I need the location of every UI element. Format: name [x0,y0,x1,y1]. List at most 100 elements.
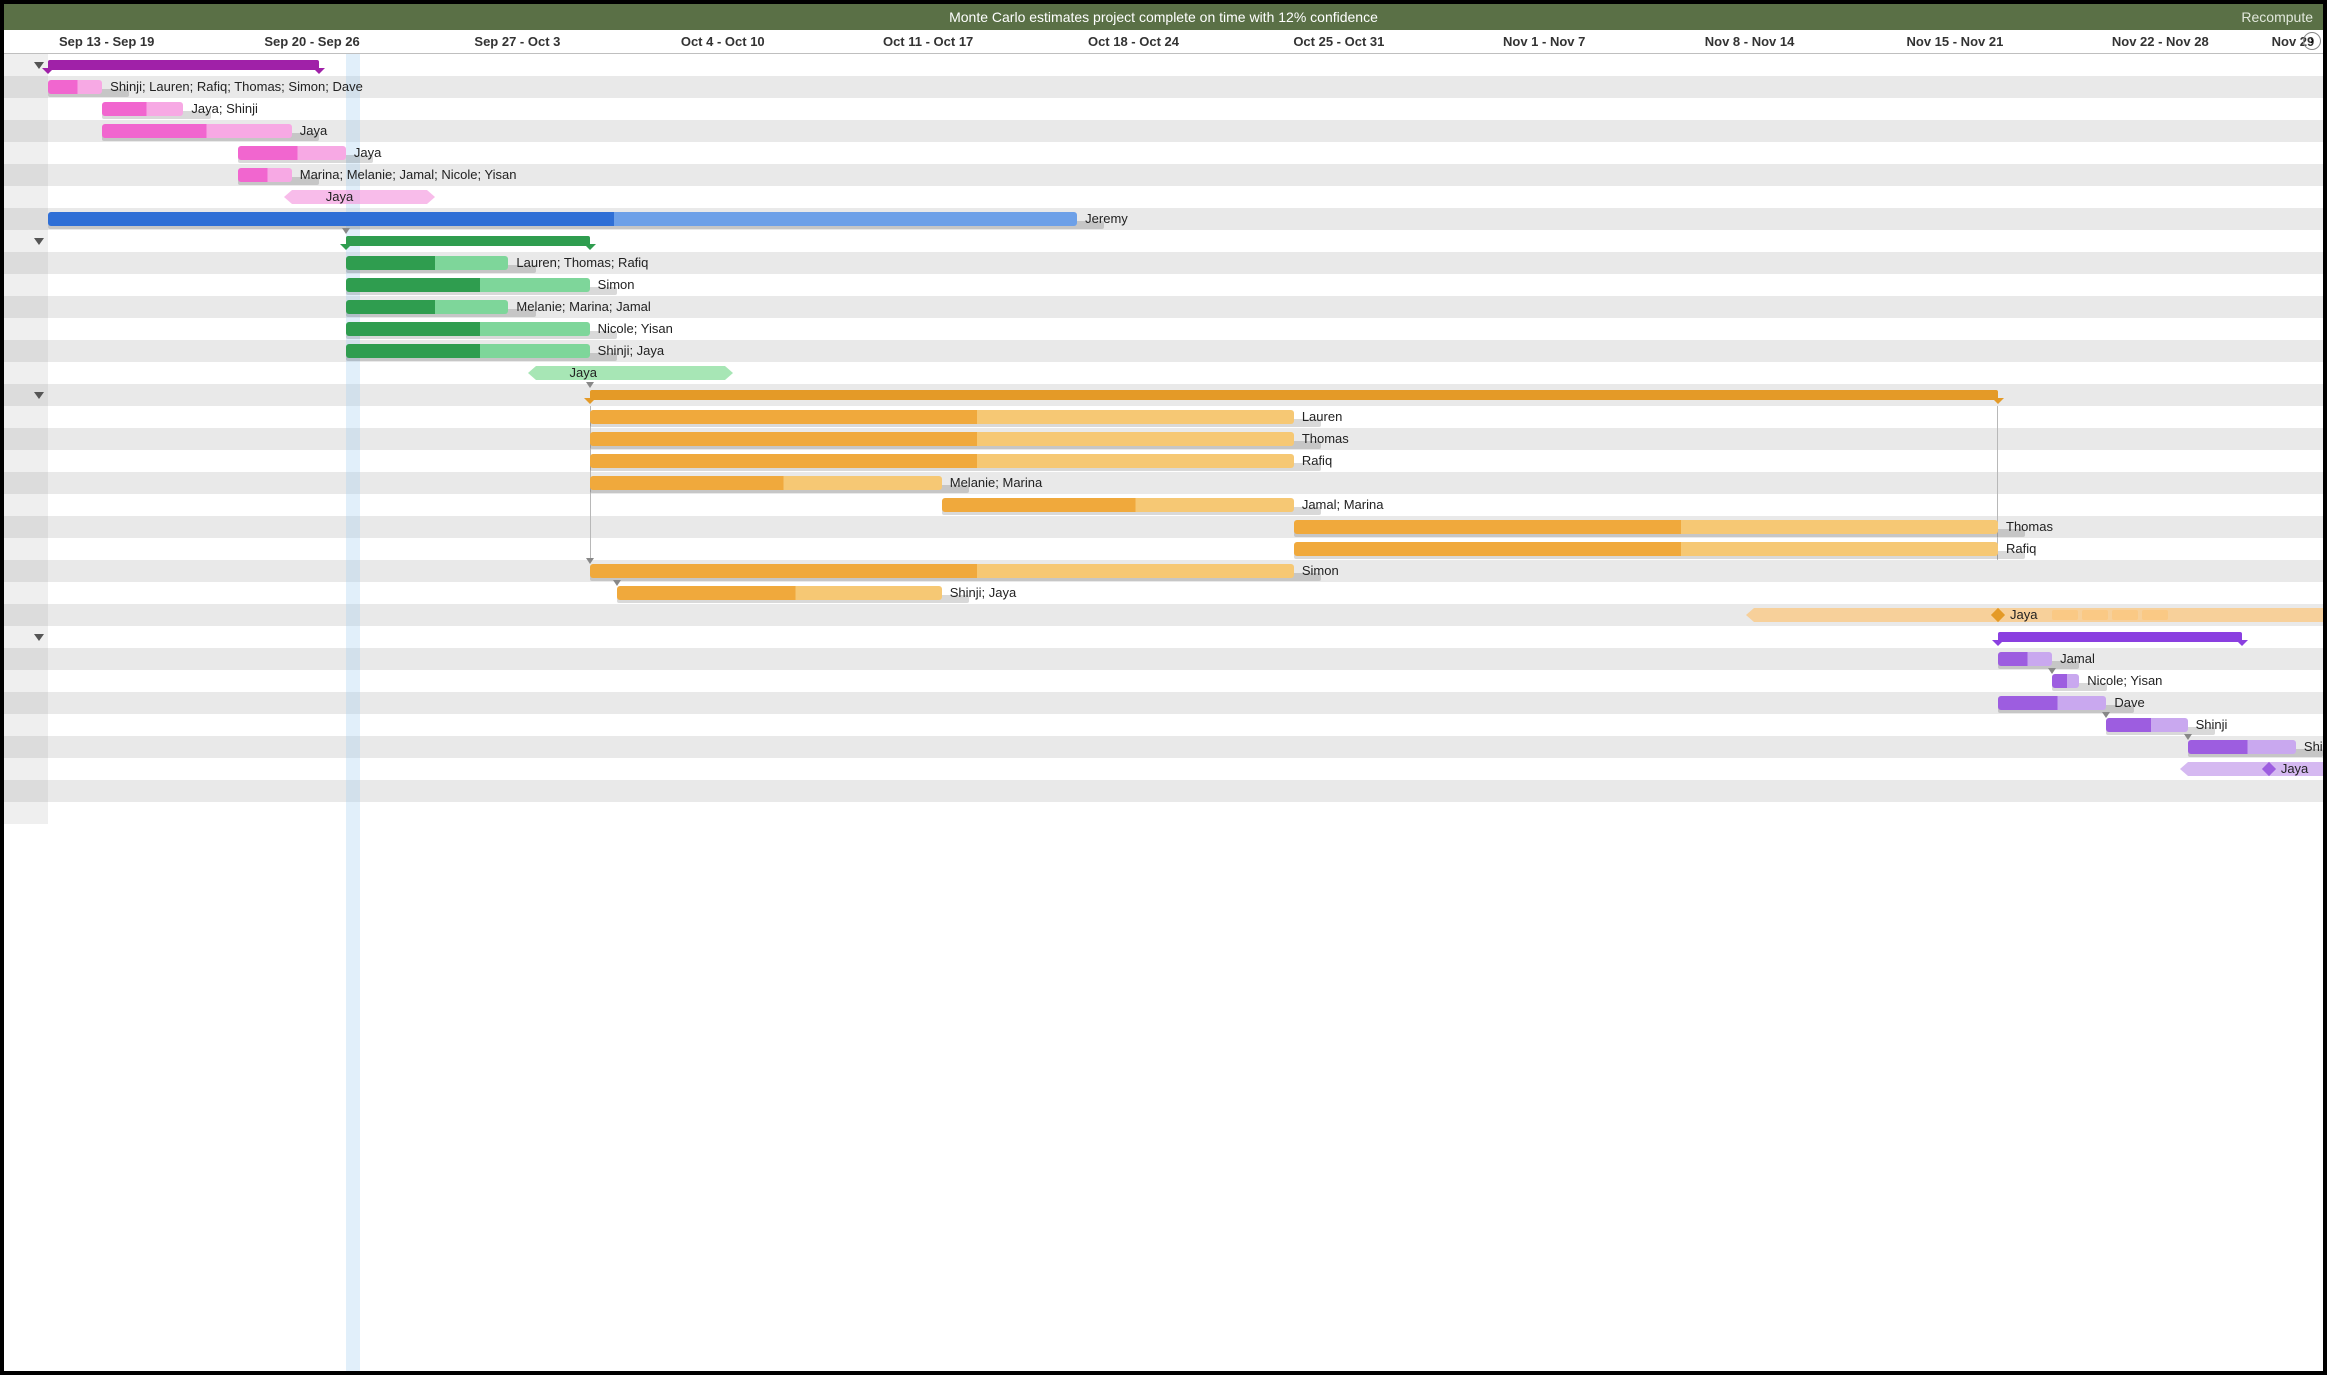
row-gutter [4,450,48,472]
row-gutter [4,142,48,164]
task-bar[interactable] [1998,696,2106,710]
task-label: Jaya [570,365,597,380]
gantt-row: Thomas [4,428,2323,450]
dependency-arrow-icon [586,382,594,388]
row-track: Thomas [48,516,2323,538]
task-label: Simon [598,277,635,292]
gantt-body[interactable]: Shinji; Lauren; Rafiq; Thomas; Simon; Da… [4,54,2323,1371]
summary-bar[interactable] [590,390,1998,400]
task-bar[interactable] [590,410,1294,424]
row-gutter [4,648,48,670]
week-column: Oct 25 - Oct 31 [1236,30,1441,53]
milestone-marker[interactable] [536,366,726,380]
task-bar[interactable] [102,124,292,138]
task-bar[interactable] [942,498,1294,512]
row-track: Lauren [48,406,2323,428]
task-bar[interactable] [2106,718,2187,732]
gantt-row: Jamal [4,648,2323,670]
task-bar[interactable] [2052,674,2079,688]
dependency-arrow-icon [586,558,594,564]
row-gutter [4,76,48,98]
summary-bar[interactable] [1998,632,2242,642]
row-track: Jaya [48,604,2323,626]
row-track: Jamal; Marina [48,494,2323,516]
row-gutter [4,802,48,824]
task-label: Jaya [326,189,353,204]
row-track: Lauren; Thomas; Rafiq [48,252,2323,274]
task-bar[interactable] [1294,542,1998,556]
row-track: Jamal [48,648,2323,670]
week-column: Oct 18 - Oct 24 [1031,30,1236,53]
gantt-row: Melanie; Marina; Jamal [4,296,2323,318]
week-column: Sep 27 - Oct 3 [415,30,620,53]
gantt-row [4,802,2323,824]
row-gutter [4,164,48,186]
gantt-row: Simon [4,560,2323,582]
task-bar[interactable] [1294,520,1998,534]
row-gutter [4,736,48,758]
task-label: Jaya; Shinji [191,101,257,116]
row-track: Nicole; Yisan [48,318,2323,340]
row-track: Shinji; Jaya [48,582,2323,604]
row-gutter [4,692,48,714]
task-label: Jaya [2010,607,2037,622]
dependency-arrow-icon [2048,668,2056,674]
task-bar[interactable] [590,454,1294,468]
gantt-row [4,626,2323,648]
gantt-row: Jaya; Shinji [4,98,2323,120]
task-label: Jaya [300,123,327,138]
task-label: Shinji; Lauren; Rafiq; Thomas; Simon; Da… [110,79,363,94]
row-gutter [4,626,48,648]
task-bar[interactable] [48,212,1077,226]
expand-toggle[interactable] [34,634,44,641]
week-column: Oct 11 - Oct 17 [825,30,1030,53]
task-bar[interactable] [48,80,102,94]
week-column: Nov 1 - Nov 7 [1442,30,1647,53]
week-column: Oct 4 - Oct 10 [620,30,825,53]
task-bar[interactable] [346,278,590,292]
row-track [48,626,2323,648]
task-bar[interactable] [238,168,292,182]
dependency-arrow-icon [613,580,621,586]
expand-toggle[interactable] [34,392,44,399]
gantt-row: Marina; Melanie; Jamal; Nicole; Yisan [4,164,2323,186]
task-bar[interactable] [590,432,1294,446]
gantt-row: Rafiq [4,538,2323,560]
row-gutter [4,208,48,230]
milestone-marker[interactable] [292,190,427,204]
gantt-row [4,384,2323,406]
row-track: Jaya [48,362,2323,384]
row-gutter [4,230,48,252]
task-bar[interactable] [102,102,183,116]
task-bar[interactable] [590,476,942,490]
milestone-marker[interactable] [1754,608,2323,622]
gantt-row: Shinji; Jaya [4,340,2323,362]
row-gutter [4,516,48,538]
task-bar[interactable] [346,256,509,270]
task-bar[interactable] [346,300,509,314]
row-track: Melanie; Marina; Jamal [48,296,2323,318]
expand-toggle[interactable] [34,238,44,245]
scroll-right-button[interactable]: › [2303,32,2321,50]
week-column: Sep 13 - Sep 19 [4,30,209,53]
row-gutter [4,538,48,560]
task-bar[interactable] [617,586,942,600]
task-bar[interactable] [238,146,346,160]
gantt-row: Jaya [4,758,2323,780]
row-track: Jaya; Shinji [48,98,2323,120]
row-gutter [4,186,48,208]
task-bar[interactable] [346,344,590,358]
summary-bar[interactable] [48,60,319,70]
summary-bar[interactable] [346,236,590,246]
recompute-button[interactable]: Recompute [2241,4,2313,30]
row-track [48,230,2323,252]
task-bar[interactable] [590,564,1294,578]
gantt-row: Jaya [4,362,2323,384]
task-label: Shinji [2196,717,2228,732]
row-track: Nicole; Yisan [48,670,2323,692]
task-bar[interactable] [1998,652,2052,666]
task-bar[interactable] [2188,740,2296,754]
task-bar[interactable] [346,322,590,336]
row-track: Dave [48,692,2323,714]
gantt-row: Jamal; Marina [4,494,2323,516]
